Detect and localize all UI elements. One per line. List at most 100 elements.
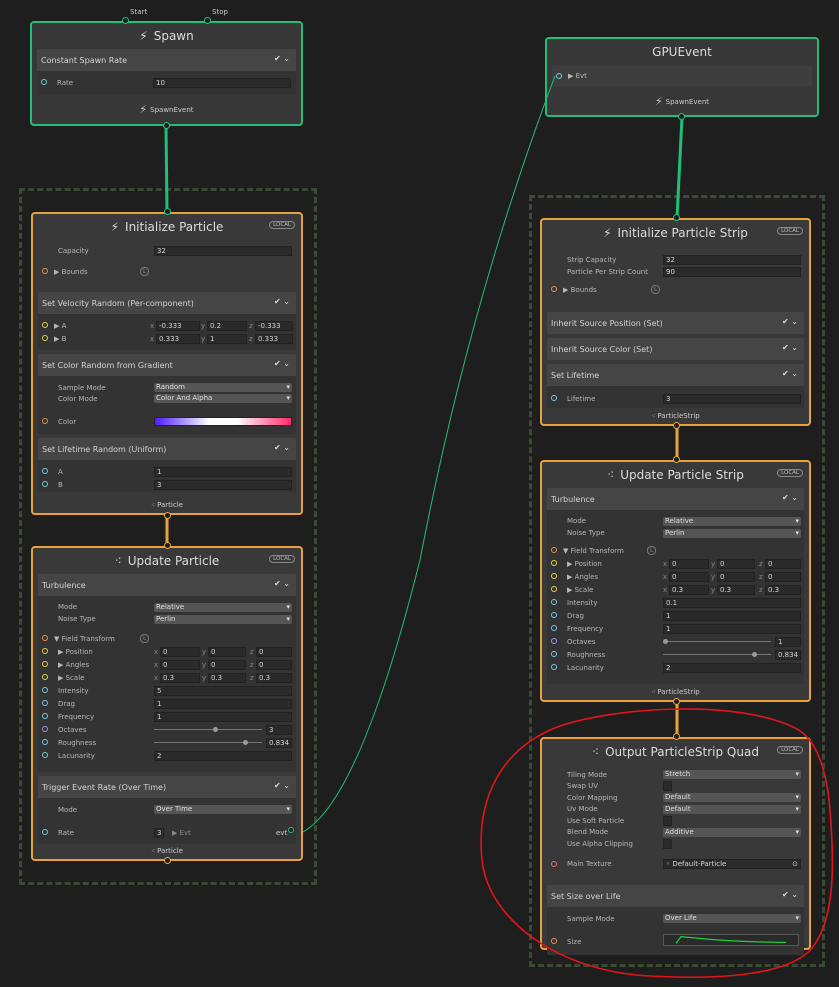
enable-checkbox[interactable]: ✔ ⌄ <box>782 890 798 899</box>
particle-per-strip-input[interactable]: 90 <box>663 267 801 277</box>
capacity-input[interactable]: 32 <box>154 245 292 256</box>
turbulence-block[interactable]: Turbulence ✔ ⌄ Mode Relative Noise Type Per… <box>38 574 296 772</box>
main-texture-field[interactable]: ◦ Default-Particle ⊙ <box>663 859 801 869</box>
roughness-port[interactable] <box>42 739 48 745</box>
output-strip-input-port[interactable] <box>673 733 680 740</box>
octaves-port[interactable] <box>42 726 48 732</box>
octaves-slider-handle[interactable] <box>213 727 218 732</box>
intensity-port[interactable] <box>42 687 48 693</box>
scale-label[interactable]: ▶ Scale <box>567 586 593 594</box>
a-y-input[interactable]: 0.2 <box>207 320 247 331</box>
output-particlestrip-quad-node[interactable]: ⁖ Output ParticleStrip Quad LOCAL Tiling M… <box>540 737 811 955</box>
b-x-input[interactable]: 0.333 <box>156 333 200 344</box>
lacunarity-port[interactable] <box>551 664 557 670</box>
update-strip-output-port[interactable] <box>673 698 680 705</box>
angles-label[interactable]: ▶ Angles <box>58 661 89 669</box>
lifetime-input[interactable]: 3 <box>663 393 801 404</box>
position-label[interactable]: ▶ Position <box>567 560 602 568</box>
b-label[interactable]: ▶ B <box>54 335 66 343</box>
size-port[interactable] <box>551 938 557 944</box>
rate-port[interactable] <box>42 829 48 835</box>
lacunarity-input[interactable]: 2 <box>154 750 292 761</box>
trigger-event-rate-block[interactable]: Trigger Event Rate (Over Time) ✔ ⌄ Mode Ov… <box>38 776 296 844</box>
roughness-input[interactable]: 0.834 <box>775 649 801 660</box>
swap-uv-checkbox[interactable] <box>663 781 672 792</box>
enable-checkbox[interactable]: ✔ ⌄ <box>782 369 798 378</box>
scale-y-input[interactable]: 0.3 <box>208 672 246 683</box>
field-transform-port[interactable] <box>42 635 48 641</box>
uv-mode-dropdown[interactable]: Default <box>663 804 801 814</box>
sample-mode-dropdown[interactable]: Over Life <box>663 914 801 923</box>
scale-x-input[interactable]: 0.3 <box>160 672 200 683</box>
position-x-input[interactable]: 0 <box>160 646 200 657</box>
position-x-input[interactable]: 0 <box>669 558 709 569</box>
main-texture-port[interactable] <box>551 860 557 867</box>
update-particle-output-port[interactable] <box>164 857 171 864</box>
local-space-badge[interactable]: L <box>140 267 150 276</box>
tiling-mode-dropdown[interactable]: Stretch <box>663 770 801 780</box>
trigger-mode-dropdown[interactable]: Over Time <box>154 805 292 814</box>
color-mode-dropdown[interactable]: Color And Alpha <box>154 394 292 403</box>
local-space-badge[interactable]: L <box>651 285 661 294</box>
lifetime-port[interactable] <box>551 395 557 401</box>
lifetime-a-input[interactable]: 1 <box>154 466 292 477</box>
a-x-input[interactable]: -0.333 <box>156 320 200 331</box>
target-icon[interactable]: ⊙ <box>792 860 798 869</box>
enable-checkbox[interactable]: ✔ ⌄ <box>274 579 290 588</box>
constant-spawn-rate-block[interactable]: Constant Spawn Rate ✔ ⌄ Rate 10 <box>37 49 296 95</box>
drag-input[interactable]: 1 <box>154 698 292 709</box>
octaves-input[interactable]: 3 <box>266 724 292 735</box>
initialize-particle-strip-node[interactable]: ⚡ Initialize Particle Strip LOCAL Strip Ca… <box>540 218 811 426</box>
blend-mode-dropdown[interactable]: Additive <box>663 827 801 837</box>
field-transform-label[interactable]: ▼ Field Transform <box>54 635 115 643</box>
enable-checkbox[interactable]: ✔ ⌄ <box>274 359 290 368</box>
field-transform-label[interactable]: ▼ Field Transform <box>563 547 624 555</box>
scale-label[interactable]: ▶ Scale <box>58 674 84 682</box>
roughness-slider-handle[interactable] <box>243 740 248 745</box>
rate-port[interactable] <box>41 79 47 85</box>
use-soft-particle-checkbox[interactable] <box>663 815 672 826</box>
frequency-port[interactable] <box>42 713 48 719</box>
strip-capacity-input[interactable]: 32 <box>663 255 801 265</box>
lacunarity-port[interactable] <box>42 752 48 758</box>
color-gradient-field[interactable] <box>154 417 292 426</box>
drag-port[interactable] <box>42 700 48 706</box>
a-port[interactable] <box>42 322 48 328</box>
set-lifetime-block[interactable]: Set Lifetime ✔ ⌄ Lifetime 3 <box>547 364 804 408</box>
lifetime-b-input[interactable]: 3 <box>154 479 292 490</box>
bounds-port[interactable] <box>551 286 557 292</box>
frequency-input[interactable]: 1 <box>663 623 801 634</box>
angles-z-input[interactable]: 0 <box>256 659 292 670</box>
octaves-input[interactable]: 1 <box>775 636 801 647</box>
scale-y-input[interactable]: 0.3 <box>717 584 755 595</box>
enable-checkbox[interactable]: ✔ ⌄ <box>782 493 798 502</box>
update-particle-input-port[interactable] <box>164 542 171 549</box>
local-badge[interactable]: LOCAL <box>777 227 803 235</box>
color-port[interactable] <box>42 418 48 424</box>
angles-label[interactable]: ▶ Angles <box>567 573 598 581</box>
position-y-input[interactable]: 0 <box>717 558 755 569</box>
roughness-port[interactable] <box>551 651 557 657</box>
octaves-port[interactable] <box>551 638 557 644</box>
intensity-port[interactable] <box>551 599 557 605</box>
scale-x-input[interactable]: 0.3 <box>669 584 709 595</box>
noise-type-dropdown[interactable]: Perlin <box>154 614 292 624</box>
angles-z-input[interactable]: 0 <box>765 571 801 582</box>
local-space-badge[interactable]: L <box>140 634 150 643</box>
angles-port[interactable] <box>42 661 48 667</box>
b-z-input[interactable]: 0.333 <box>255 333 293 344</box>
init-strip-output-port[interactable] <box>673 422 680 429</box>
b-y-input[interactable]: 1 <box>207 333 247 344</box>
noise-type-dropdown[interactable]: Perlin <box>663 528 801 538</box>
use-alpha-clipping-checkbox[interactable] <box>663 838 672 849</box>
local-badge[interactable]: LOCAL <box>777 469 803 477</box>
bounds-label[interactable]: ▶ Bounds <box>563 286 597 294</box>
position-label[interactable]: ▶ Position <box>58 648 93 656</box>
intensity-input[interactable]: 0.1 <box>663 597 801 608</box>
drag-port[interactable] <box>551 612 557 618</box>
turbulence-block[interactable]: Turbulence ✔ ⌄ Mode Relative Noise Type Per… <box>547 488 804 684</box>
evt-output-port[interactable] <box>288 827 294 833</box>
start-port[interactable] <box>122 17 129 24</box>
enable-checkbox[interactable]: ✔ ⌄ <box>274 443 290 452</box>
enable-checkbox[interactable]: ✔ ⌄ <box>782 343 798 352</box>
